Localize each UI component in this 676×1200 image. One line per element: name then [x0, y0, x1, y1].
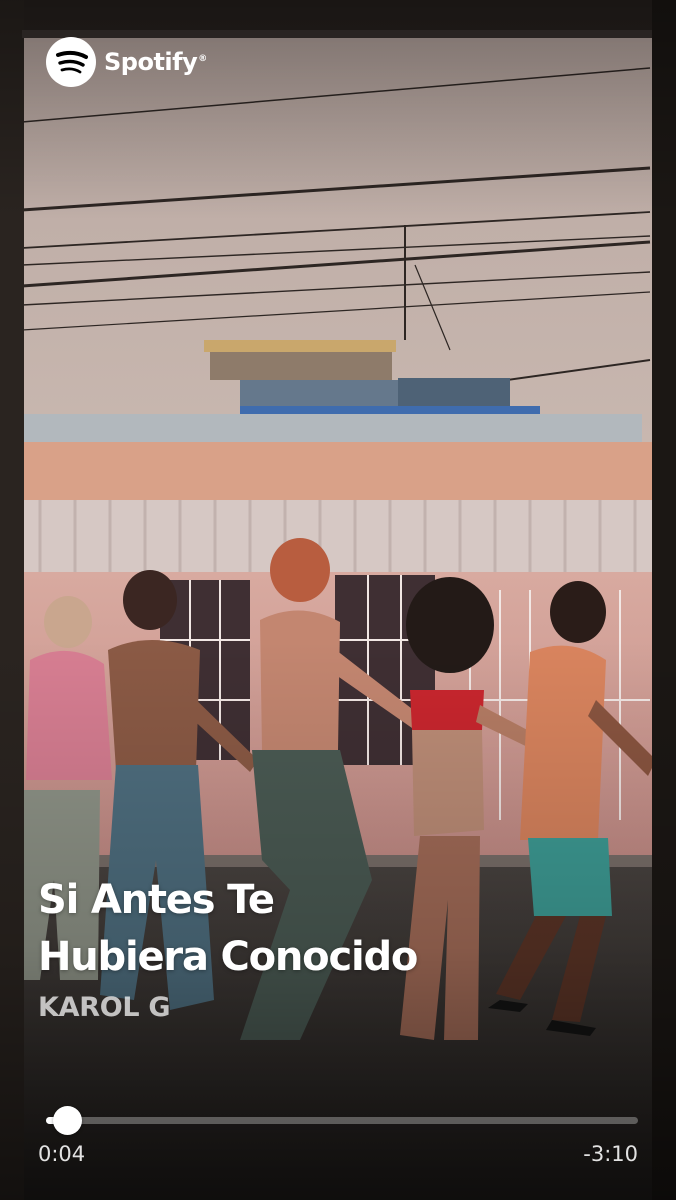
spotify-wordmark: Spotify® — [104, 48, 207, 76]
spotify-logo: Spotify® — [46, 37, 207, 87]
progress-scrubber-handle[interactable] — [53, 1106, 83, 1135]
song-title: Si Antes Te Hubiera Conocido — [38, 877, 418, 980]
elapsed-time: 0:04 — [38, 1142, 86, 1166]
spotify-logo-icon — [46, 37, 96, 87]
remaining-time: -3:10 — [583, 1142, 638, 1166]
artist-name[interactable]: KAROL G — [38, 992, 638, 1023]
progress-track[interactable] — [46, 1117, 638, 1124]
video-canvas[interactable]: Spotify® Si Antes Te Hubiera Conocido KA… — [0, 0, 676, 1200]
playback-progress-bar[interactable] — [38, 1106, 638, 1135]
track-info: Si Antes Te Hubiera Conocido KAROL G — [38, 872, 638, 1023]
